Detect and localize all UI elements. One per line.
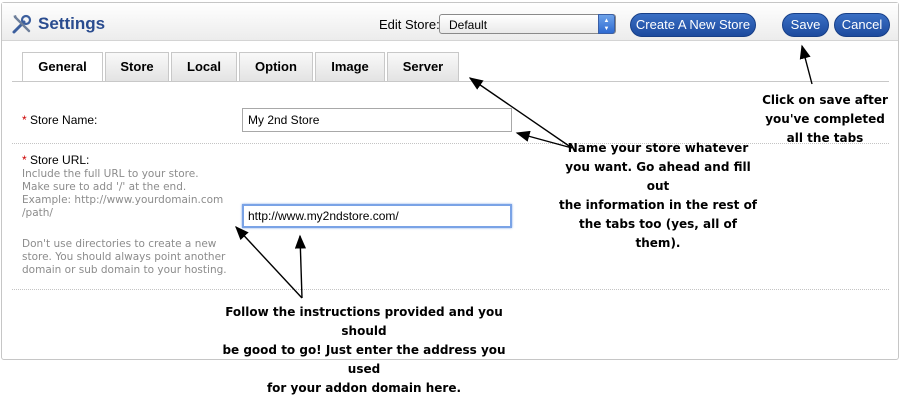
- arrow-to-tabs: [468, 77, 573, 149]
- arrow-to-store-name: [515, 130, 573, 149]
- annotation-line: for your addon domain here.: [266, 381, 462, 395]
- arrow-to-url-input: [294, 234, 307, 299]
- arrow-to-url-help: [235, 225, 303, 299]
- arrow-to-save: [799, 44, 813, 85]
- annotation-arrows: [235, 44, 813, 299]
